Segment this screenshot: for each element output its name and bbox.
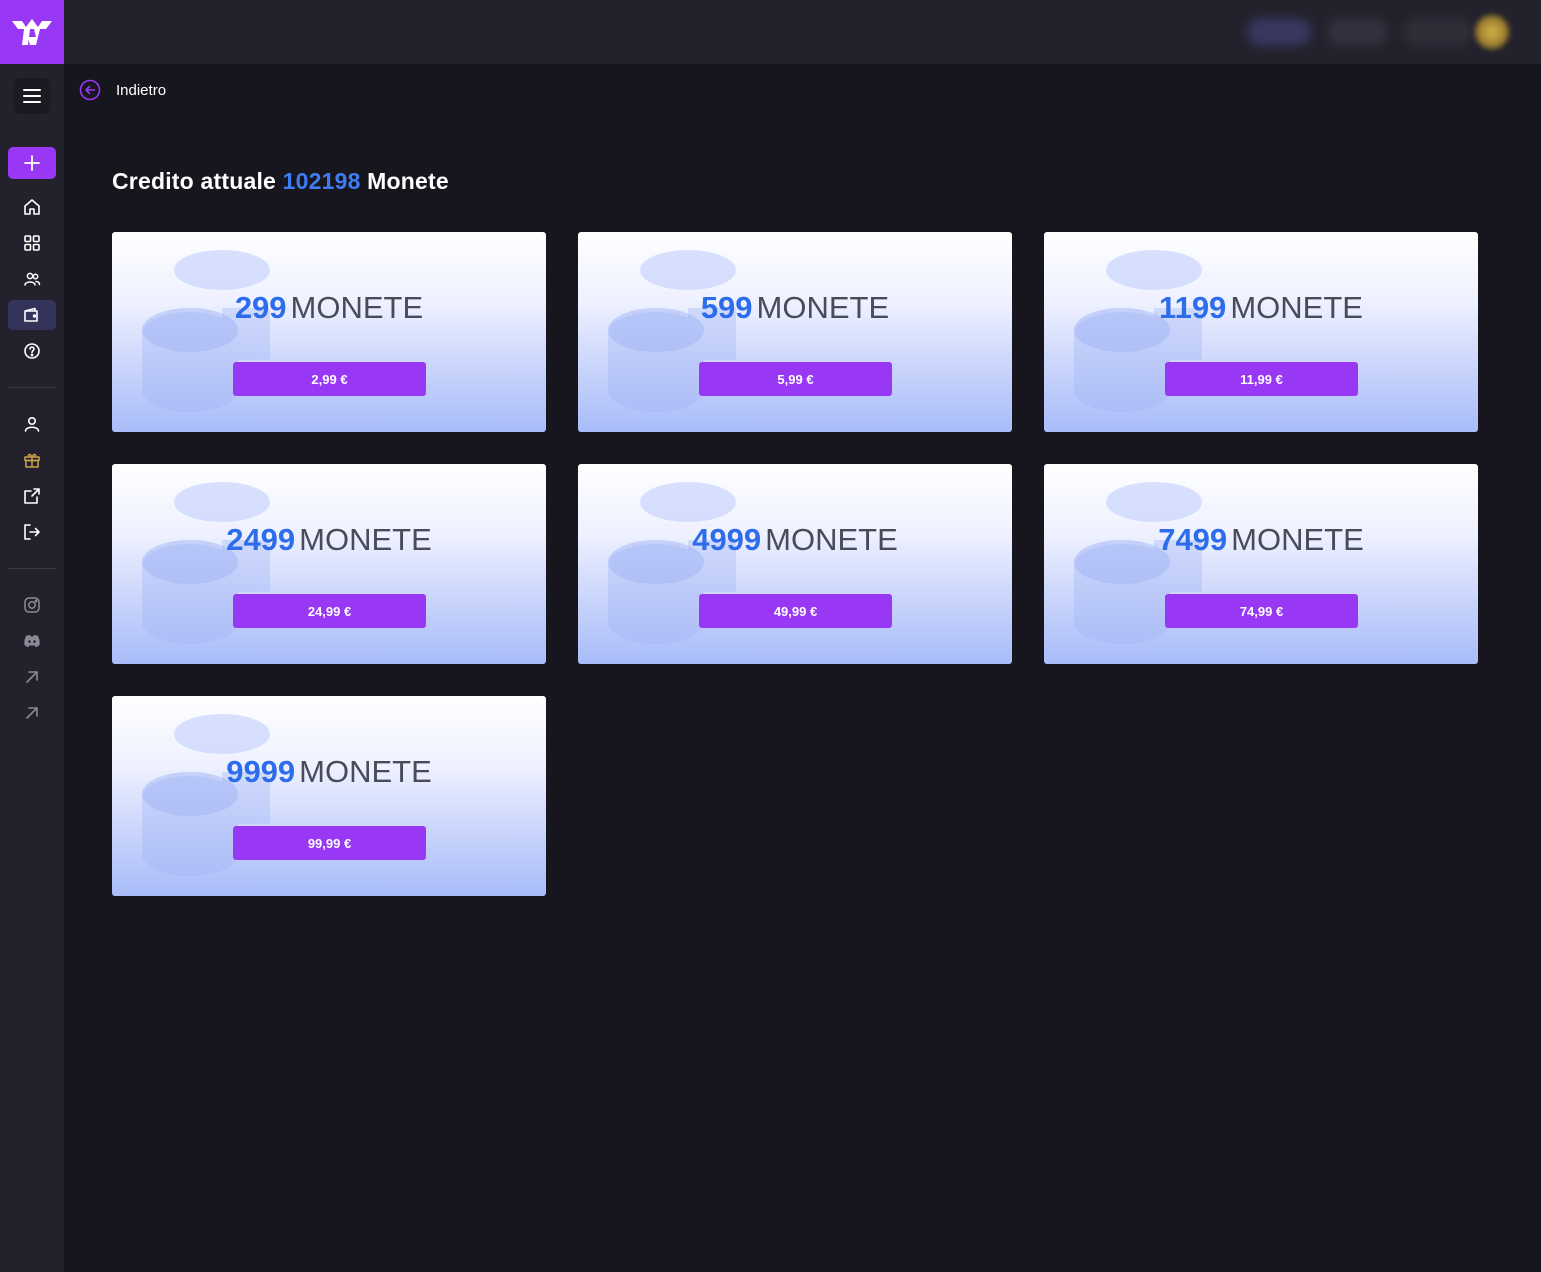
sidebar — [0, 64, 64, 1272]
coin-package-card: 4999 MONETE 49,99 € — [578, 464, 1012, 664]
coin-unit: MONETE — [756, 290, 890, 325]
buy-button[interactable]: 74,99 € — [1165, 594, 1358, 628]
logo-icon — [12, 19, 52, 45]
buy-button[interactable]: 11,99 € — [1165, 362, 1358, 396]
grid-icon — [24, 235, 40, 251]
plus-icon — [24, 155, 40, 171]
avatar[interactable] — [1475, 15, 1509, 49]
coin-number: 2499 — [226, 522, 296, 557]
coin-unit: MONETE — [299, 522, 432, 557]
credit-amount: 102198 — [282, 168, 361, 194]
users-icon — [24, 272, 41, 286]
coin-package-card: 299 MONETE 2,99 € — [112, 232, 546, 432]
coin-unit: MONETE — [299, 754, 432, 789]
coin-package-card: 1199 MONETE 11,99 € — [1044, 232, 1478, 432]
coin-package-card: 599 MONETE 5,99 € — [578, 232, 1012, 432]
app-logo[interactable] — [0, 0, 64, 64]
blurred-button[interactable] — [1247, 18, 1311, 46]
coin-unit: MONETE — [1230, 290, 1363, 325]
sidebar-item-link-2[interactable] — [14, 698, 50, 728]
coin-number: 4999 — [692, 522, 762, 557]
sidebar-item-share[interactable] — [14, 481, 50, 511]
coin-amount: 7499 MONETE — [1044, 522, 1478, 558]
sidebar-item-wallet[interactable] — [8, 300, 56, 330]
sidebar-item-dashboard[interactable] — [14, 228, 50, 258]
sidebar-item-community[interactable] — [14, 264, 50, 294]
arrow-up-right-icon — [26, 671, 38, 683]
top-right-blurred — [1247, 14, 1509, 50]
coin-number: 299 — [234, 290, 287, 325]
coin-unit: MONETE — [765, 522, 898, 557]
sidebar-item-link-1[interactable] — [14, 662, 50, 692]
sidebar-item-logout[interactable] — [14, 517, 50, 547]
logout-icon — [24, 524, 40, 540]
instagram-icon — [24, 597, 40, 613]
coin-package-card: 9999 MONETE 99,99 € — [112, 696, 546, 896]
sidebar-divider — [8, 387, 56, 388]
menu-button[interactable] — [14, 78, 50, 114]
coin-amount: 2499 MONETE — [112, 522, 546, 558]
gift-icon — [24, 453, 40, 468]
coin-amount: 4999 MONETE — [578, 522, 1012, 558]
coin-amount: 1199 MONETE — [1044, 290, 1478, 326]
coin-unit: MONETE — [290, 290, 424, 325]
sidebar-item-instagram[interactable] — [14, 590, 50, 620]
coin-number: 7499 — [1158, 522, 1228, 557]
coin-unit: MONETE — [1231, 522, 1364, 557]
menu-icon — [23, 89, 41, 103]
credit-prefix: Credito attuale — [112, 168, 277, 194]
buy-button[interactable]: 99,99 € — [233, 826, 426, 860]
arrow-up-right-icon — [26, 707, 38, 719]
home-icon — [24, 199, 40, 215]
top-bar — [0, 0, 1541, 64]
coin-amount: 299 MONETE — [112, 290, 546, 326]
sidebar-item-rewards[interactable] — [14, 445, 50, 475]
sidebar-item-profile[interactable] — [14, 409, 50, 439]
credit-suffix: Monete — [367, 168, 449, 194]
app-root: Indietro Credito attuale 102198 Monete 2… — [0, 0, 1541, 1272]
coin-number: 9999 — [226, 754, 296, 789]
buy-button[interactable]: 24,99 € — [233, 594, 426, 628]
buy-button[interactable]: 5,99 € — [699, 362, 892, 396]
coin-number: 1199 — [1159, 290, 1227, 325]
back-label: Indietro — [116, 81, 167, 99]
back-link[interactable]: Indietro — [79, 78, 166, 102]
discord-icon — [24, 635, 40, 647]
coin-amount: 9999 MONETE — [112, 754, 546, 790]
buy-button[interactable]: 49,99 € — [699, 594, 892, 628]
user-icon — [24, 416, 40, 432]
sidebar-item-home[interactable] — [14, 192, 50, 222]
coin-amount: 599 MONETE — [578, 290, 1012, 326]
page-title: Credito attuale 102198 Monete — [112, 168, 449, 195]
sidebar-item-discord[interactable] — [14, 626, 50, 656]
coin-number: 599 — [700, 290, 753, 325]
coin-package-card: 2499 MONETE 24,99 € — [112, 464, 546, 664]
help-icon — [24, 343, 40, 359]
buy-button[interactable]: 2,99 € — [233, 362, 426, 396]
coin-package-card: 7499 MONETE 74,99 € — [1044, 464, 1478, 664]
sidebar-item-help[interactable] — [14, 336, 50, 366]
add-button[interactable] — [8, 147, 56, 179]
external-link-icon — [24, 488, 40, 504]
wallet-icon — [24, 307, 38, 322]
blurred-button[interactable] — [1327, 18, 1387, 46]
arrow-left-circle-icon — [79, 79, 101, 101]
sidebar-divider — [8, 568, 56, 569]
blurred-user-name[interactable] — [1403, 18, 1473, 46]
